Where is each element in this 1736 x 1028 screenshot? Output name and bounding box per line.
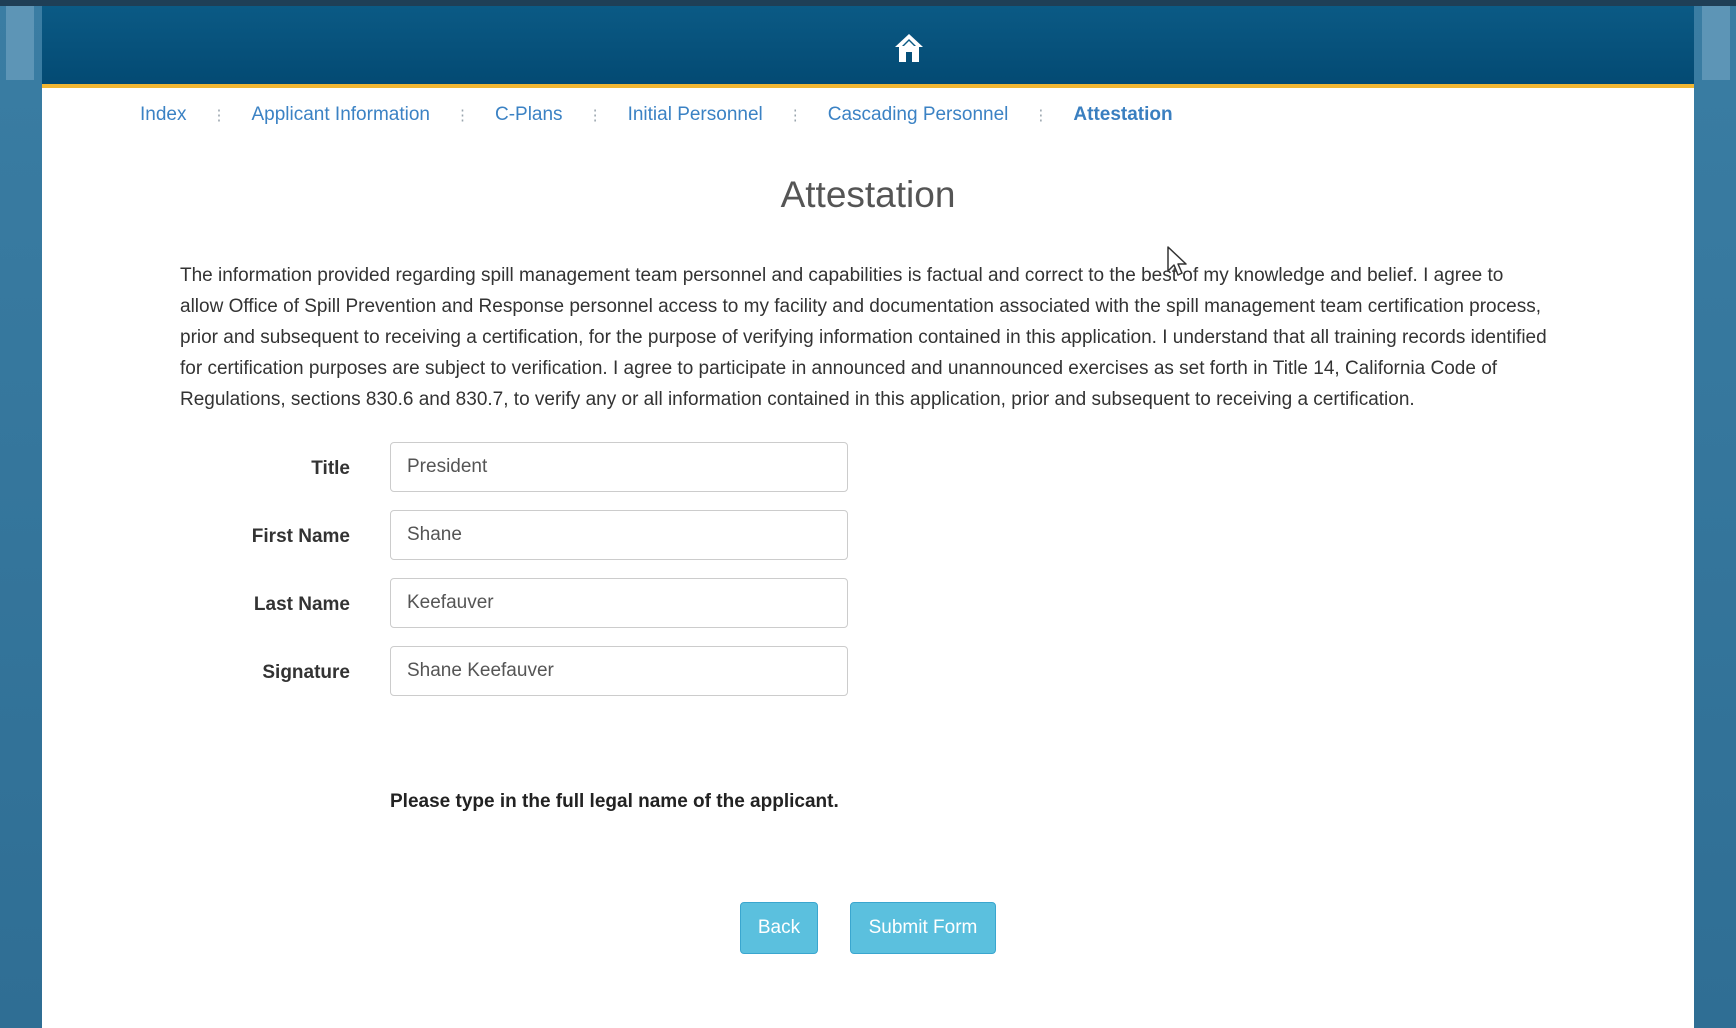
first-name-label: First Name <box>251 526 350 547</box>
form-row-last-name: Last Name <box>42 578 862 628</box>
title-input[interactable] <box>390 442 848 492</box>
breadcrumb-attestation[interactable]: Attestation <box>1073 104 1172 126</box>
breadcrumb-index[interactable]: Index <box>140 104 186 126</box>
right-side-rail <box>1694 6 1736 1028</box>
site-header <box>42 6 1694 88</box>
breadcrumb-separator: ⋮ <box>587 107 603 124</box>
breadcrumb-separator: ⋮ <box>1033 107 1049 124</box>
left-rail-highlight <box>6 6 34 80</box>
last-name-input[interactable] <box>390 578 848 628</box>
home-icon[interactable] <box>894 32 924 64</box>
submit-form-button[interactable]: Submit Form <box>850 902 996 954</box>
content-panel: Index ⋮ Applicant Information ⋮ C-Plans … <box>42 88 1694 1028</box>
first-name-input[interactable] <box>390 510 848 560</box>
breadcrumb-separator: ⋮ <box>787 107 803 124</box>
breadcrumb-applicant-information[interactable]: Applicant Information <box>251 104 430 126</box>
form-row-signature: Signature <box>42 646 862 696</box>
attestation-statement: The information provided regarding spill… <box>180 265 1547 410</box>
breadcrumb-cascading-personnel[interactable]: Cascading Personnel <box>828 104 1009 126</box>
breadcrumb-separator: ⋮ <box>454 107 470 124</box>
breadcrumb-c-plans[interactable]: C-Plans <box>495 104 563 126</box>
breadcrumb-initial-personnel[interactable]: Initial Personnel <box>628 104 763 126</box>
breadcrumb-separator: ⋮ <box>211 107 227 124</box>
signature-input[interactable] <box>390 646 848 696</box>
back-button[interactable]: Back <box>740 902 818 954</box>
signature-label: Signature <box>262 662 350 683</box>
form-row-first-name: First Name <box>42 510 862 560</box>
page-title: Attestation <box>780 174 956 215</box>
form-row-title: Title <box>42 442 862 492</box>
signature-help-text: Please type in the full legal name of th… <box>390 791 839 812</box>
right-rail-highlight <box>1702 6 1730 80</box>
left-side-rail <box>0 6 42 1028</box>
breadcrumb: Index ⋮ Applicant Information ⋮ C-Plans … <box>140 104 1173 126</box>
last-name-label: Last Name <box>253 594 350 615</box>
title-label: Title <box>311 458 350 479</box>
